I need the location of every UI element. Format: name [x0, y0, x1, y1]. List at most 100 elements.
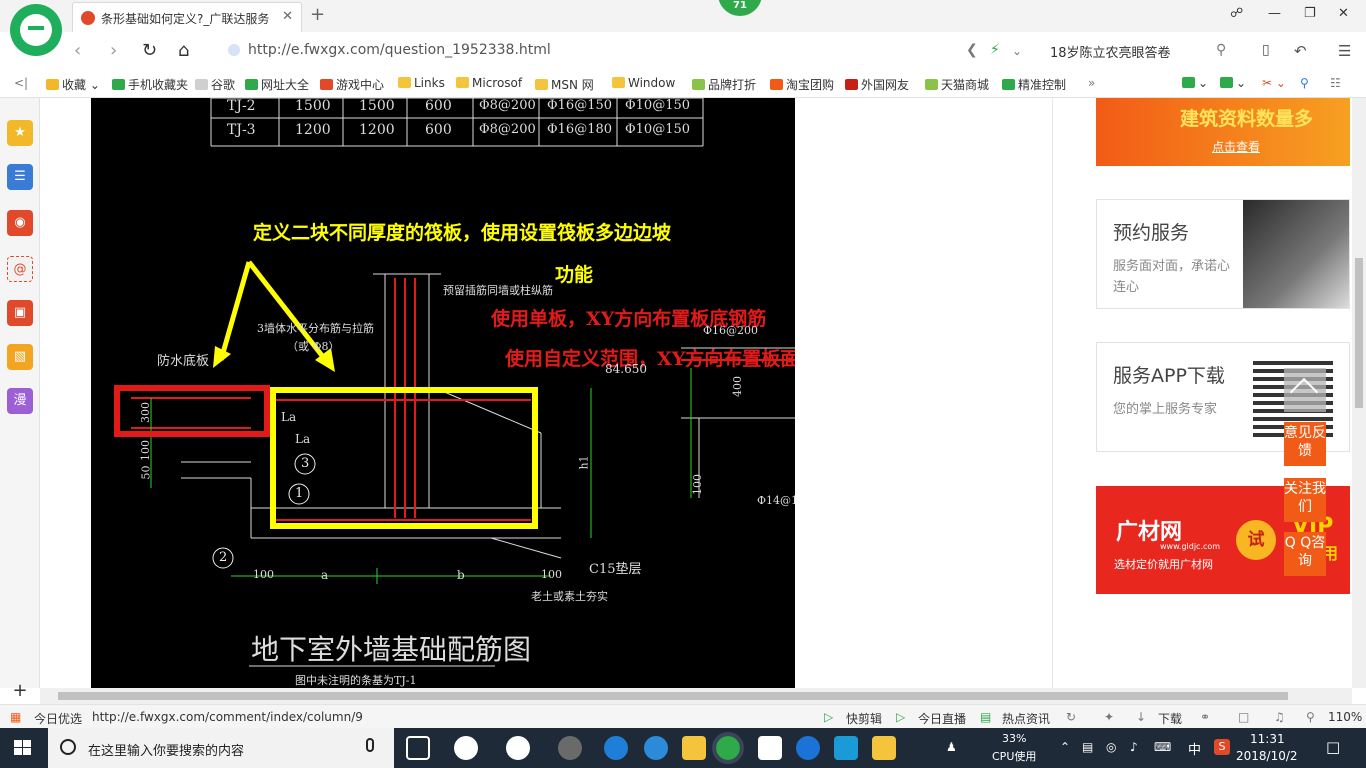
game-icon[interactable]: ▣ — [7, 300, 33, 326]
notification-badge[interactable]: 71 — [718, 0, 762, 16]
glodon-icon[interactable] — [796, 736, 820, 760]
fan-icon[interactable] — [454, 736, 478, 760]
microphone-icon[interactable] — [366, 738, 374, 752]
bookmark-item[interactable]: 精准控制 — [1002, 76, 1066, 93]
share-icon[interactable]: ❮ — [966, 42, 978, 58]
news-icon[interactable]: ☰ — [7, 164, 33, 190]
forward-icon[interactable]: › — [110, 40, 117, 61]
windows-start-icon[interactable] — [14, 740, 32, 756]
bookmark-item[interactable]: Links — [398, 76, 445, 90]
clock-time[interactable]: 11:31 — [1250, 732, 1285, 746]
bookmark-item[interactable]: 网址大全 — [245, 76, 309, 93]
new-tab-button[interactable]: + — [310, 4, 325, 25]
browser-logo-icon[interactable] — [10, 4, 62, 56]
bookmark-item[interactable]: 手机收藏夹 — [112, 76, 188, 93]
service-card[interactable]: 预约服务 服务面对面，承诺心连心 — [1096, 199, 1350, 309]
news-button[interactable]: 热点资讯 — [1002, 710, 1050, 727]
mail-icon[interactable] — [758, 736, 782, 760]
task-view-icon[interactable] — [406, 736, 430, 760]
zoom-level[interactable]: 110% — [1328, 710, 1362, 724]
add-icon[interactable]: + — [7, 678, 33, 704]
lightning-icon[interactable]: ⚡ — [990, 42, 1000, 58]
keyboard-icon[interactable]: ⌨ — [1154, 740, 1171, 754]
translate-icon[interactable]: ⌄ — [1220, 76, 1246, 90]
grid-menu-icon[interactable]: ☷ — [1330, 76, 1341, 90]
bookmark-item[interactable]: 品牌打折 — [692, 76, 756, 93]
notification-center-icon[interactable]: □ — [1326, 738, 1340, 756]
scissors-icon[interactable]: ✂ ⌄ — [1262, 76, 1286, 90]
sound-icon[interactable]: ♫ — [1274, 710, 1285, 724]
phone-icon[interactable]: ▯ — [1262, 42, 1270, 58]
ime-indicator[interactable]: 中 — [1188, 739, 1201, 758]
edge-icon[interactable] — [604, 736, 628, 760]
weibo-icon[interactable]: ◉ — [7, 210, 33, 236]
horizontal-scrollbar[interactable] — [40, 688, 1352, 704]
clock-date[interactable]: 2018/10/2 — [1236, 749, 1298, 763]
undo-icon[interactable]: ↶ — [1294, 42, 1307, 60]
bookmark-item[interactable]: 收藏 ⌄ — [46, 76, 100, 93]
follow-button[interactable]: 关注我们 — [1284, 478, 1326, 522]
gc-url: www.gldjc.com — [1160, 542, 1221, 551]
minimize-button[interactable]: — — [1268, 6, 1281, 21]
bookmark-item[interactable]: Window — [612, 76, 675, 90]
browser-e-icon[interactable] — [506, 736, 530, 760]
tab-close-icon[interactable]: ✕ — [282, 9, 293, 24]
search-input[interactable]: 18岁陈立农亮眼答卷 — [1050, 42, 1171, 61]
file-explorer-icon[interactable] — [682, 736, 706, 760]
back-icon[interactable]: ‹ — [74, 40, 81, 61]
ad-link[interactable]: 点击查看 — [1212, 138, 1260, 155]
close-window-button[interactable]: ✕ — [1338, 6, 1349, 21]
url-input[interactable]: http://e.fwxgx.com/question_1952338.html — [220, 38, 940, 62]
download-button[interactable]: 下载 — [1158, 710, 1182, 727]
qq-consult-button[interactable]: Q Q咨询 — [1284, 532, 1326, 576]
chrome-icon[interactable] — [558, 736, 582, 760]
vertical-scrollbar[interactable] — [1352, 98, 1366, 688]
bookmark-item[interactable]: 淘宝团购 — [770, 76, 834, 93]
book-icon[interactable]: ▧ — [7, 344, 33, 370]
360-browser-icon[interactable] — [712, 732, 744, 764]
ie-icon[interactable] — [644, 736, 668, 760]
live-button[interactable]: 今日直播 — [918, 710, 966, 727]
gift-icon: ▦ — [10, 710, 22, 724]
shield-icon[interactable]: ⌄ — [1182, 76, 1208, 90]
bookmark-item[interactable]: Microsof — [456, 76, 522, 90]
bookmarks-more[interactable]: » — [1088, 76, 1095, 90]
back-to-top-button[interactable] — [1284, 368, 1326, 412]
bookmark-item[interactable]: 谷歌 — [195, 76, 235, 93]
window-icon[interactable]: □ — [1238, 710, 1249, 724]
bookmark-item[interactable]: 游戏中心 — [320, 76, 384, 93]
taskbar-search-input[interactable]: 在这里输入你要搜索的内容 — [48, 728, 394, 768]
bookmark-item[interactable]: MSN 网 — [535, 76, 594, 93]
plus-app-icon[interactable] — [834, 736, 858, 760]
chevron-down-icon[interactable]: ⌄ — [1012, 44, 1022, 58]
pin-icon[interactable]: ✦ — [1104, 710, 1114, 724]
refresh-status-icon[interactable]: ↻ — [1066, 710, 1076, 724]
volume-icon[interactable]: ♪ — [1130, 740, 1138, 754]
email-icon[interactable]: @ — [7, 256, 33, 282]
show-hidden-icons[interactable]: ⌃ — [1060, 740, 1070, 754]
zoom-icon[interactable]: ⚲ — [1300, 76, 1309, 90]
comic-icon[interactable]: 漫 — [7, 388, 33, 414]
search-icon[interactable]: ⚲ — [1216, 42, 1226, 58]
refresh-icon[interactable]: ↻ — [142, 40, 157, 61]
sogou-icon[interactable]: S — [1214, 739, 1230, 755]
bookmark-item[interactable]: 外国网友 — [845, 76, 909, 93]
wifi-icon[interactable]: ◎ — [1106, 740, 1116, 754]
bookmark-item[interactable]: 天猫商城 — [925, 76, 989, 93]
notes-icon[interactable] — [872, 736, 896, 760]
zoom-icon[interactable]: ⚲ — [1306, 710, 1315, 724]
favorites-icon[interactable]: ★ — [7, 120, 33, 146]
home-icon[interactable]: ⌂ — [178, 40, 189, 61]
feedback-button[interactable]: 意见反馈 — [1284, 422, 1326, 466]
menu-icon[interactable]: ☰ — [1338, 42, 1351, 60]
ad-building-materials[interactable]: 建筑资料数量多 点击查看 — [1096, 98, 1350, 166]
people-icon[interactable]: ♟ — [946, 740, 957, 754]
collapse-sidebar-icon[interactable]: <| — [14, 76, 28, 90]
ie-mode-icon[interactable]: ⚭ — [1200, 710, 1210, 724]
network-icon[interactable]: ▤ — [1082, 740, 1093, 754]
today-picks[interactable]: 今日优选 — [34, 710, 82, 727]
restore-button[interactable]: ❐ — [1304, 6, 1316, 21]
shirt-icon[interactable]: ☍ — [1230, 6, 1243, 21]
browser-tab[interactable]: 条形基础如何定义?_广联达服务 ✕ — [72, 2, 302, 32]
kuaijian-button[interactable]: 快剪辑 — [846, 710, 882, 727]
